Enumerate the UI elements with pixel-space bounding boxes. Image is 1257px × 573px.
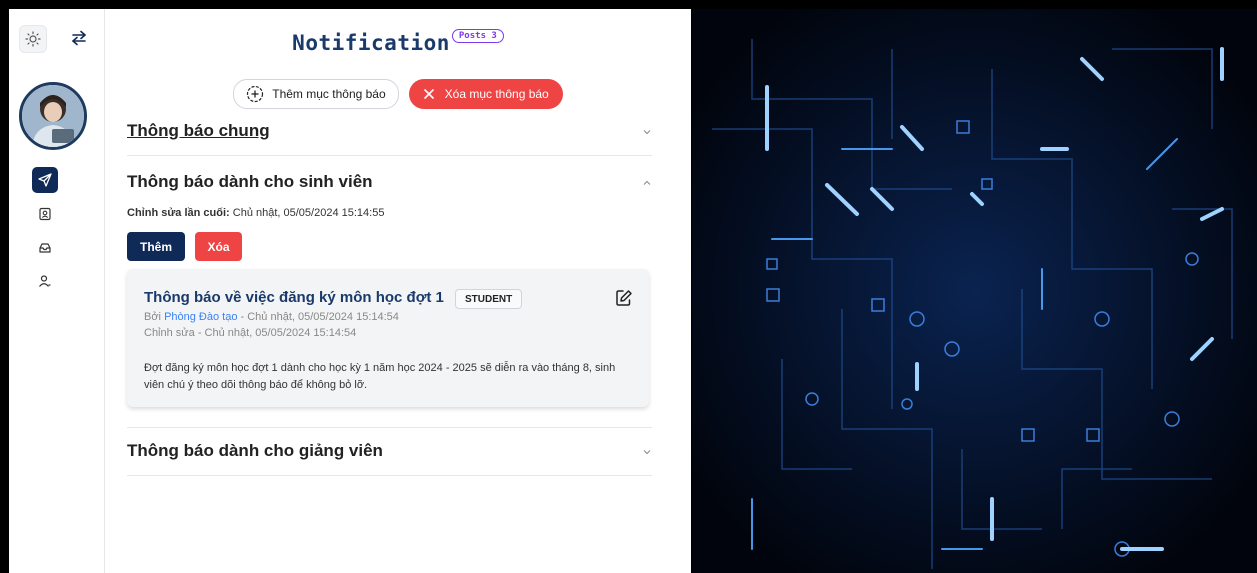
author-link[interactable]: Phòng Đào tạo (164, 311, 237, 323)
swap-icon (72, 30, 86, 46)
sidebar (9, 9, 105, 573)
created-date: - Chủ nhật, 05/05/2024 15:14:54 (237, 311, 399, 323)
avatar-image (22, 85, 84, 147)
section-actions: Thêm mục thông báo Xóa mục thông báo (105, 79, 691, 109)
edit-icon[interactable] (614, 288, 634, 308)
send-icon (38, 173, 52, 187)
sun-icon (25, 31, 41, 47)
section-title: Thông báo chung (127, 121, 270, 140)
nav-inbox[interactable] (33, 236, 57, 260)
circuit-background-image (692, 9, 1257, 573)
app-panel: NotificationPosts 3 Thêm mục thông báo (9, 9, 691, 573)
section-general[interactable]: Thông báo chung (127, 121, 652, 156)
nav-account[interactable] (33, 269, 57, 293)
contact-card-icon (39, 207, 51, 221)
main-content: NotificationPosts 3 Thêm mục thông báo (105, 9, 691, 573)
delete-section-button[interactable]: Xóa mục thông báo (408, 79, 563, 109)
posts-count-badge: Posts 3 (451, 29, 504, 43)
add-post-button[interactable]: Thêm (127, 232, 185, 261)
post-title: Thông báo về việc đăng ký môn học đợt 1 (144, 289, 444, 306)
page-header: Notification Posts 3 (105, 29, 691, 55)
avatar[interactable] (19, 82, 87, 150)
delete-section-label: Xóa mục thông báo (444, 87, 549, 101)
section-title[interactable]: Thông báo dành cho sinh viên (127, 172, 373, 191)
by-prefix: Bởi (144, 311, 165, 323)
section-title: Thông báo dành cho giảng viên (127, 441, 383, 460)
chevron-down-icon (643, 130, 651, 135)
chevron-up-icon[interactable] (642, 178, 652, 188)
delete-post-button[interactable]: Xóa (195, 232, 242, 261)
section-lecturers[interactable]: Thông báo dành cho giảng viên (127, 441, 652, 476)
last-edit-label: Chỉnh sửa lần cuối: (127, 207, 230, 219)
add-section-button[interactable]: Thêm mục thông báo (233, 79, 399, 109)
inbox-icon (39, 243, 51, 253)
page-title: Notification (292, 31, 450, 55)
chevron-down-icon (643, 450, 651, 455)
add-section-label: Thêm mục thông báo (272, 87, 386, 101)
last-edit-info: Chỉnh sửa lần cuối: Chủ nhật, 05/05/2024… (127, 207, 384, 219)
user-icon (39, 275, 51, 287)
collapse-sidebar-button[interactable] (66, 25, 92, 51)
role-badge: STUDENT (455, 289, 523, 309)
post-edited-line: Chỉnh sửa - Chủ nhật, 05/05/2024 15:14:5… (144, 327, 357, 339)
post-body: Đợt đăng ký môn học đợt 1 dành cho học k… (144, 362, 616, 391)
nav-notifications[interactable] (32, 167, 58, 193)
plus-circle-icon (247, 85, 264, 103)
post-author-line: Bởi Phòng Đào tạo - Chủ nhật, 05/05/2024… (144, 311, 399, 323)
nav-profile[interactable] (33, 202, 57, 226)
theme-toggle-button[interactable] (19, 25, 47, 53)
close-icon (423, 88, 434, 100)
post-card: Thông báo về việc đăng ký môn học đợt 1 … (127, 269, 649, 407)
last-edit-value: Chủ nhật, 05/05/2024 15:14:55 (229, 207, 385, 219)
screen-frame: NotificationPosts 3 Thêm mục thông báo (0, 0, 1257, 573)
